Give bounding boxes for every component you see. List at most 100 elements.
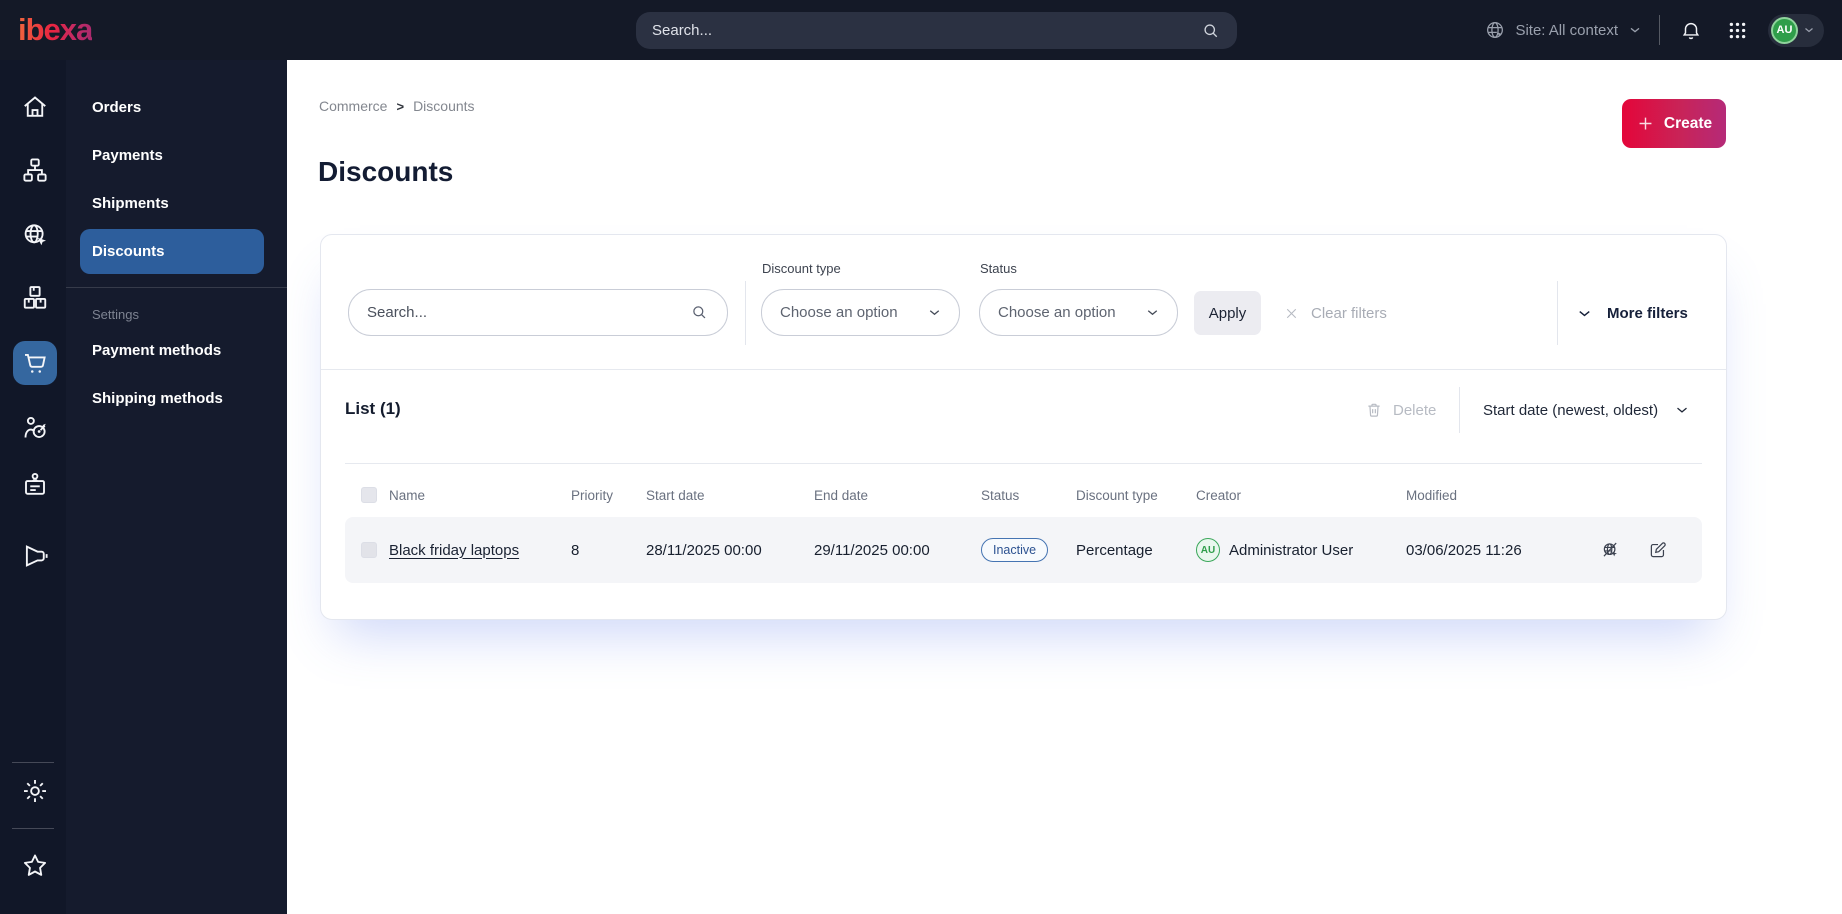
sidebar-item-bookmarks[interactable] <box>13 844 57 888</box>
close-icon <box>1283 305 1300 322</box>
chevron-down-icon <box>1575 304 1594 323</box>
column-header-start-date: Start date <box>646 487 705 503</box>
sidebar-item-site[interactable] <box>13 213 57 257</box>
creator-avatar: AU <box>1196 538 1220 562</box>
list-divider <box>1459 387 1460 433</box>
chevron-down-icon <box>1673 401 1691 419</box>
apply-button[interactable]: Apply <box>1194 291 1261 335</box>
status-label: Status <box>980 261 1017 276</box>
global-search[interactable] <box>636 12 1237 49</box>
customer-target-icon <box>20 413 50 443</box>
column-header-end-date: End date <box>814 487 869 503</box>
creator-name: Administrator User <box>1229 541 1354 559</box>
chevron-down-icon <box>1627 22 1643 38</box>
chevron-down-icon <box>1802 23 1816 37</box>
globe-icon <box>1484 19 1506 41</box>
table-row: Black friday laptops 8 28/11/2025 00:00 … <box>345 517 1702 583</box>
sidebar-item-customers[interactable] <box>13 406 57 450</box>
site-context-selector[interactable]: Site: All context <box>1484 19 1643 41</box>
sort-selector[interactable]: Start date (newest, oldest) <box>1483 393 1691 427</box>
filter-search[interactable] <box>348 289 728 336</box>
clear-filters-label: Clear filters <box>1311 304 1387 322</box>
rail-divider <box>12 828 54 829</box>
chevron-down-icon <box>1144 304 1161 321</box>
menu-item-orders[interactable]: Orders <box>66 83 287 131</box>
discount-type-value: Choose an option <box>780 304 898 321</box>
create-button-label: Create <box>1663 114 1713 132</box>
sidebar-item-products[interactable] <box>13 275 57 319</box>
main-content: Commerce > Discounts Create Discounts Di… <box>287 60 1842 914</box>
chevron-down-icon <box>926 304 943 321</box>
status-badge: Inactive <box>981 538 1049 562</box>
product-boxes-icon <box>20 282 50 312</box>
delete-button[interactable]: Delete <box>1365 393 1436 427</box>
menu-item-payments[interactable]: Payments <box>66 131 287 179</box>
clear-filters-button[interactable]: Clear filters <box>1283 291 1387 335</box>
column-header-modified: Modified <box>1406 487 1458 503</box>
trash-icon <box>1365 401 1383 419</box>
column-header-discount-type: Discount type <box>1076 487 1158 503</box>
commerce-menu: Orders Payments Shipments Discounts Sett… <box>66 60 287 914</box>
rail-divider <box>12 762 54 763</box>
row-checkbox[interactable] <box>361 542 377 558</box>
menu-item-payment-methods[interactable]: Payment methods <box>66 326 287 374</box>
id-badge-icon <box>20 470 50 500</box>
sidebar-item-commerce[interactable] <box>13 341 57 385</box>
sidebar-item-admin[interactable] <box>13 769 57 813</box>
menu-item-shipments[interactable]: Shipments <box>66 179 287 227</box>
discount-type-value: Percentage <box>1076 541 1153 559</box>
sidebar-item-marketing[interactable] <box>13 534 57 578</box>
filter-divider <box>1557 281 1558 345</box>
breadcrumb-commerce[interactable]: Commerce <box>319 98 387 114</box>
menu-item-shipping-methods[interactable]: Shipping methods <box>66 374 287 422</box>
menu-item-discounts[interactable]: Discounts <box>80 229 264 274</box>
filter-divider <box>745 281 746 345</box>
global-search-input[interactable] <box>652 22 1201 39</box>
main-nav-rail <box>0 60 66 914</box>
site-globe-icon <box>20 220 50 250</box>
modified-value: 03/06/2025 11:26 <box>1406 541 1522 559</box>
discount-type-label: Discount type <box>762 261 841 276</box>
column-header-priority: Priority <box>571 487 614 503</box>
discount-type-select[interactable]: Choose an option <box>761 289 960 336</box>
breadcrumb: Commerce > Discounts <box>319 98 475 114</box>
card-divider <box>321 369 1726 370</box>
shopping-cart-icon <box>20 348 50 378</box>
avatar: AU <box>1771 16 1798 44</box>
plus-icon <box>1636 114 1655 133</box>
topbar-divider <box>1659 15 1660 45</box>
home-icon <box>20 92 50 122</box>
site-preview-disabled-icon[interactable] <box>1600 540 1621 561</box>
breadcrumb-discounts: Discounts <box>413 98 475 114</box>
sidebar-item-id-badge[interactable] <box>13 463 57 507</box>
topbar: ibexa Site: All context <box>0 0 1842 60</box>
priority-value: 8 <box>571 541 580 559</box>
search-icon[interactable] <box>1201 21 1221 41</box>
column-header-name: Name <box>389 487 426 503</box>
column-header-creator: Creator <box>1196 487 1242 503</box>
gear-icon <box>20 776 50 806</box>
filter-search-input[interactable] <box>367 304 690 321</box>
create-button[interactable]: Create <box>1622 99 1726 148</box>
select-all-checkbox[interactable] <box>361 487 377 503</box>
start-date-value: 28/11/2025 00:00 <box>646 541 762 559</box>
table-header: Name Priority Start date End date Status… <box>345 475 1702 515</box>
app-grid-icon[interactable] <box>1722 15 1752 45</box>
discount-name-link[interactable]: Black friday laptops <box>389 542 519 559</box>
sort-label: Start date (newest, oldest) <box>1483 401 1659 419</box>
sidebar-item-dashboard[interactable] <box>13 85 57 129</box>
user-menu[interactable]: AU <box>1768 13 1824 47</box>
menu-section-settings: Settings <box>92 307 139 322</box>
status-select[interactable]: Choose an option <box>979 289 1178 336</box>
column-header-status: Status <box>981 487 1020 503</box>
page-title: Discounts <box>318 156 454 187</box>
delete-button-label: Delete <box>1393 401 1437 419</box>
edit-icon[interactable] <box>1647 540 1668 561</box>
sidebar-item-content-tree[interactable] <box>13 148 57 192</box>
search-icon <box>690 303 709 322</box>
content-tree-icon <box>20 155 50 185</box>
notifications-bell-icon[interactable] <box>1676 15 1706 45</box>
more-filters-toggle[interactable]: More filters <box>1575 291 1688 335</box>
ibexa-admin-screen: ibexa Site: All context <box>0 0 1842 914</box>
star-icon <box>20 851 50 881</box>
